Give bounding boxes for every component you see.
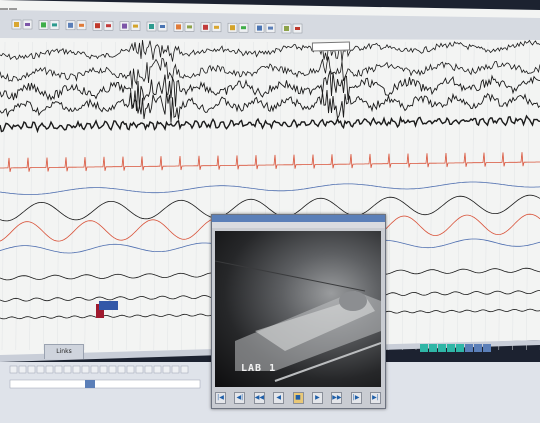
chart-icon[interactable] — [146, 21, 157, 32]
pen-icon-alt[interactable] — [130, 21, 141, 31]
green-grid-icon-alt[interactable] — [49, 20, 60, 30]
video-controls: |◀ ◀| ◀◀ ◀ ■ ▶ ▶▶ |▶ ▶| — [215, 391, 381, 405]
toolbar-tab-0[interactable] — [0, 8, 8, 10]
nav-button[interactable] — [153, 365, 162, 374]
chart-icon-alt[interactable] — [157, 21, 168, 32]
close-icon-alt[interactable] — [211, 22, 222, 33]
folder-icon-alt[interactable] — [238, 22, 249, 33]
page-button[interactable] — [429, 344, 437, 352]
export-icon-alt[interactable] — [292, 23, 303, 34]
back-icon[interactable]: ◀ — [273, 392, 285, 404]
nav-button[interactable] — [36, 365, 45, 374]
page-button[interactable] — [483, 344, 491, 352]
nav-button[interactable] — [18, 365, 27, 374]
video-feed: LAB 1 — [215, 231, 381, 387]
timeline-thumb[interactable] — [85, 380, 95, 388]
export-icon[interactable] — [281, 23, 292, 34]
video-window-title[interactable] — [212, 215, 385, 222]
zoom-icon[interactable] — [65, 20, 76, 31]
save-icon-alt[interactable] — [265, 23, 276, 33]
links-tab[interactable]: Links — [44, 344, 84, 359]
toolbar-tab-1[interactable] — [9, 8, 17, 10]
nav-button[interactable] — [72, 365, 81, 374]
color-icon-alt[interactable] — [184, 22, 195, 32]
toolbar-tab-strip — [0, 7, 18, 11]
page-button[interactable] — [456, 344, 464, 352]
save-icon[interactable] — [254, 23, 265, 33]
zoom-select[interactable] — [311, 41, 351, 52]
close-icon[interactable] — [200, 22, 211, 33]
last-frame-icon[interactable]: ▶| — [370, 392, 381, 404]
video-window[interactable]: LAB 1 |◀ ◀| ◀◀ ◀ ■ ▶ ▶▶ |▶ ▶| — [211, 214, 386, 409]
patient-bed-image — [215, 260, 381, 382]
nav-button[interactable] — [81, 365, 90, 374]
step-forward-icon[interactable]: |▶ — [350, 392, 362, 404]
nav-button[interactable] — [144, 365, 153, 374]
folder-icon[interactable] — [227, 22, 238, 33]
page-button[interactable] — [447, 344, 455, 352]
zoom-icon-alt[interactable] — [76, 20, 87, 31]
nav-button[interactable] — [126, 365, 135, 374]
arrow-icon[interactable] — [11, 19, 22, 30]
nav-button[interactable] — [45, 365, 54, 374]
nav-button[interactable] — [180, 365, 189, 374]
fast-forward-icon[interactable]: ▶▶ — [331, 392, 343, 404]
page-button[interactable] — [474, 344, 482, 352]
arrow-icon-alt[interactable] — [22, 19, 33, 30]
step-back-icon[interactable]: ◀| — [234, 392, 246, 404]
palette-icon[interactable] — [92, 20, 103, 31]
monitor-screen: Links LAB 1 |◀ ◀| ◀◀ ◀ ■ ▶ ▶▶ |▶ ▶| — [0, 0, 540, 423]
pen-icon[interactable] — [119, 21, 130, 31]
rewind-icon[interactable]: ◀◀ — [253, 392, 265, 404]
nav-button[interactable] — [63, 365, 72, 374]
nav-button[interactable] — [171, 365, 180, 374]
color-icon[interactable] — [173, 22, 184, 32]
first-frame-icon[interactable]: |◀ — [215, 392, 226, 404]
camera-label: LAB 1 — [241, 363, 277, 374]
nav-button[interactable] — [27, 365, 36, 374]
nav-button[interactable] — [108, 365, 117, 374]
event-marker-label — [99, 301, 118, 310]
nav-button[interactable] — [9, 365, 18, 374]
nav-button[interactable] — [90, 365, 99, 374]
page-button[interactable] — [438, 344, 446, 352]
play-icon[interactable]: ■ — [292, 392, 304, 404]
page-button[interactable] — [420, 344, 428, 352]
page-button[interactable] — [465, 344, 473, 352]
nav-button[interactable] — [135, 365, 144, 374]
palette-icon-alt[interactable] — [103, 20, 114, 31]
nav-button[interactable] — [99, 365, 108, 374]
forward-icon[interactable]: ▶ — [311, 392, 323, 404]
nav-button[interactable] — [54, 365, 63, 374]
nav-button[interactable] — [117, 365, 126, 374]
timeline-scrollbar[interactable] — [9, 379, 201, 389]
green-grid-icon[interactable] — [38, 20, 49, 30]
video-window-menu[interactable] — [212, 222, 385, 228]
nav-button[interactable] — [162, 365, 171, 374]
